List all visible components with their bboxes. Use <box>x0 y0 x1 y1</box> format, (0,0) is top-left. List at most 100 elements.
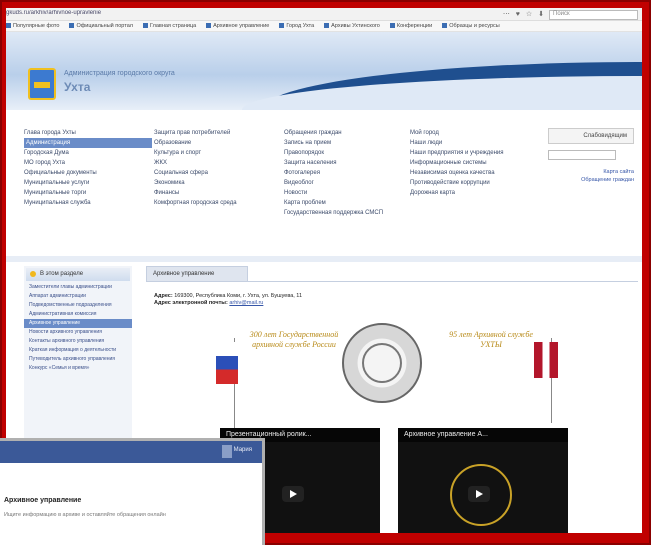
nav-link[interactable]: Комфортная городская среда <box>154 198 282 208</box>
nav-link[interactable]: Государственная поддержка СМСП <box>284 208 412 218</box>
address-bar[interactable]: gkuds.ru/arkhiv/arhivnoe-upravlenie <box>6 10 476 18</box>
bookmark-label: Официальный портал <box>76 23 133 29</box>
sidebar-link[interactable]: Конкурс «Семья и время» <box>24 364 132 373</box>
bookmark-item[interactable]: Конференции <box>389 21 432 31</box>
overlay-heading: Архивное управление <box>4 497 82 504</box>
nav-link[interactable]: Обращения граждан <box>284 128 412 138</box>
nav-link[interactable]: Независимая оценка качества <box>410 168 538 178</box>
facebook-overlay-screenshot: Мария Архивное управление Ищите информац… <box>0 438 265 545</box>
low-vision-button[interactable]: Слабовидящим <box>548 128 634 144</box>
bookmark-label: Главная страница <box>149 23 197 29</box>
sidebar-link[interactable]: Аппарат администрации <box>24 292 132 301</box>
bookmark-item[interactable]: Популярные фото <box>6 21 59 31</box>
nav-column-1: Глава города Ухты Администрация Городская … <box>24 128 152 208</box>
archive-seal-emblem <box>342 323 422 403</box>
sidebar-items: Заместители главы администрации Аппарат а… <box>24 283 132 373</box>
sidebar-link[interactable]: Новости архивного управления <box>24 328 132 337</box>
bookmark-label: Образцы и ресурсы <box>449 23 500 29</box>
nav-link[interactable]: Новости <box>284 188 412 198</box>
bookmark-label: Город Ухта <box>286 23 315 29</box>
nav-link[interactable]: Наши предприятия и учреждения <box>410 148 538 158</box>
browser-search-input[interactable]: Поиск <box>549 10 638 20</box>
site-map-link[interactable]: Карта сайта <box>548 168 634 176</box>
address-block: Адрес: 169300, Республика Коми, г. Ухта,… <box>154 293 302 307</box>
nav-link[interactable]: Защита населения <box>284 158 412 168</box>
nav-link[interactable]: МО город Ухта <box>24 158 152 168</box>
nav-link[interactable]: Муниципальные услуги <box>24 178 152 188</box>
nav-link[interactable]: Социальная сфера <box>154 168 282 178</box>
bookmark-item[interactable]: Город Ухта <box>279 21 314 31</box>
sidebar-link[interactable]: Путеводитель архивного управления <box>24 355 132 364</box>
sidebar-link[interactable]: Архивное управление <box>24 319 132 328</box>
bookmark-item[interactable]: Архивное управление <box>206 21 269 31</box>
email-link[interactable]: arhiv@mail.ru <box>229 300 263 306</box>
appeals-link[interactable]: Обращение граждан <box>548 176 634 184</box>
nav-column-4: Мой город Наши люди Наши предприятия и учр… <box>410 128 538 198</box>
facebook-page: Мария Архивное управление Ищите информац… <box>0 441 262 545</box>
play-icon[interactable] <box>468 486 490 502</box>
browser-toolbar: gkuds.ru/arkhiv/arhivnoe-upravlenie ⋯ ♥ … <box>6 8 642 21</box>
nav-link[interactable]: Муниципальная служба <box>24 198 152 208</box>
address-label: Адрес: <box>154 293 173 299</box>
nav-link[interactable]: Карта проблем <box>284 198 412 208</box>
nav-link[interactable]: ЖКХ <box>154 158 282 168</box>
city-crest-icon[interactable] <box>28 68 56 100</box>
nav-link[interactable]: Фотогалерея <box>284 168 412 178</box>
divider-band <box>6 256 642 262</box>
video-player-2[interactable]: Архивное управление А... <box>398 428 568 533</box>
user-name[interactable]: Мария <box>234 447 252 453</box>
main-navigation: Глава города Ухты Администрация Городская … <box>6 112 642 255</box>
nav-link[interactable]: Запись на прием <box>284 138 412 148</box>
nav-link[interactable]: Противодействие коррупции <box>410 178 538 188</box>
overlay-text: Ищите информацию в архиве и оставляйте о… <box>4 512 166 518</box>
nav-link[interactable]: Правопорядок <box>284 148 412 158</box>
address-text: 169300, Республика Коми, г. Ухта, ул. Бу… <box>174 293 303 299</box>
nav-link[interactable]: Муниципальные торги <box>24 188 152 198</box>
nav-column-2: Защита прав потребителей Образование Культ… <box>154 128 282 208</box>
bookmark-item[interactable]: Главная страница <box>142 21 197 31</box>
video-title-2[interactable]: Архивное управление А... <box>398 428 568 442</box>
nav-link[interactable]: Образование <box>154 138 282 148</box>
ukhta-flag-icon <box>534 342 558 378</box>
nav-link[interactable]: Культура и спорт <box>154 148 282 158</box>
nav-link[interactable]: Финансы <box>154 188 282 198</box>
bookmark-icon <box>142 23 148 28</box>
site-search-input[interactable] <box>548 150 616 160</box>
sidebar-link[interactable]: Краткая информация о деятельности <box>24 346 132 355</box>
tab-separator <box>146 281 638 282</box>
bookmark-icon <box>389 23 395 28</box>
nav-link[interactable]: Официальные документы <box>24 168 152 178</box>
sidebar-title: В этом разделе <box>26 268 130 281</box>
avatar[interactable] <box>222 445 232 458</box>
sidebar-link[interactable]: Административная комиссия <box>24 310 132 319</box>
bookmark-item[interactable]: Архивы Ухтинского <box>324 21 380 31</box>
nav-link[interactable]: Глава города Ухты <box>24 128 152 138</box>
accessibility-box: Слабовидящим Карта сайта Обращение гражд… <box>548 128 634 184</box>
nav-link[interactable]: Наши люди <box>410 138 538 148</box>
bookmark-icon <box>6 23 11 28</box>
bookmarks-bar: Популярные фото Официальный портал Главная… <box>6 21 642 32</box>
tab-archive-department[interactable]: Архивное управление <box>146 266 248 282</box>
nav-link[interactable]: Городская Дума <box>24 148 152 158</box>
anniversary-caption-russia: 300 лет Государственной архивной службе … <box>249 330 339 349</box>
sidebar-link[interactable]: Контакты архивного управления <box>24 337 132 346</box>
play-icon[interactable] <box>282 486 304 502</box>
bookmark-item[interactable]: Образцы и ресурсы <box>442 21 500 31</box>
toolbar-icons[interactable]: ⋯ ♥ ☆ ⬇ <box>503 10 546 18</box>
bookmark-label: Архивы Ухтинского <box>331 23 380 29</box>
nav-link[interactable]: Администрация <box>24 138 152 148</box>
bookmark-item[interactable]: Официальный портал <box>69 21 133 31</box>
sidebar-link[interactable]: Заместители главы администрации <box>24 283 132 292</box>
nav-link[interactable]: Защита прав потребителей <box>154 128 282 138</box>
russian-flag-icon <box>216 342 238 384</box>
bookmark-icon <box>324 23 330 28</box>
nav-link[interactable]: Информационные системы <box>410 158 538 168</box>
bookmark-label: Архивное управление <box>213 23 270 29</box>
sidebar-link[interactable]: Подведомственные подразделения <box>24 301 132 310</box>
bookmark-icon <box>206 23 212 28</box>
nav-link[interactable]: Дорожная карта <box>410 188 538 198</box>
nav-link[interactable]: Экономика <box>154 178 282 188</box>
nav-link[interactable]: Видеоблог <box>284 178 412 188</box>
banner-wave-light <box>242 76 642 110</box>
nav-link[interactable]: Мой город <box>410 128 538 138</box>
